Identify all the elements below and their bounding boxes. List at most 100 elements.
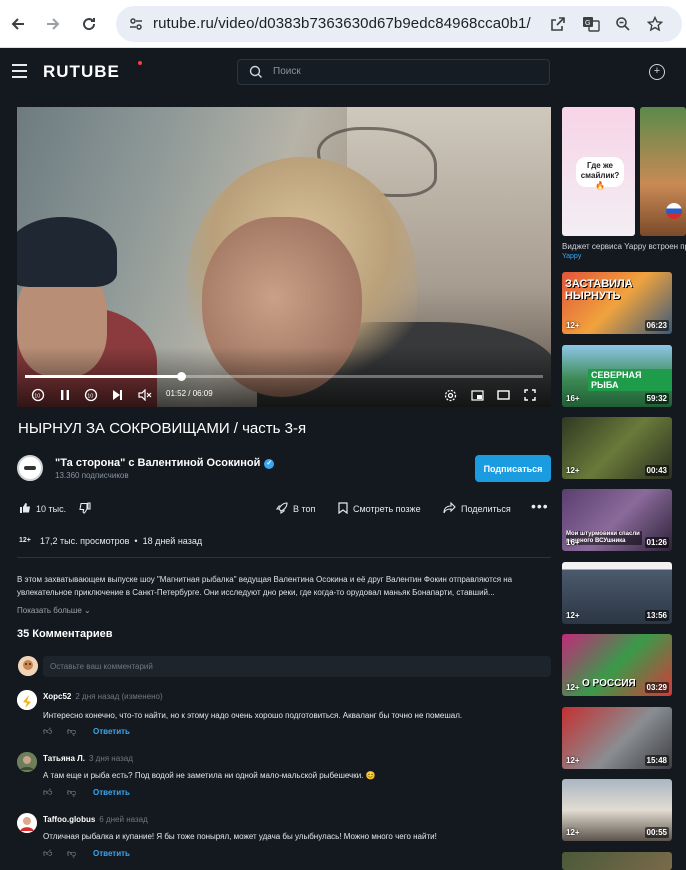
comment-avatar[interactable] [17,813,37,833]
video-title: НЫРНУЛ ЗА СОКРОВИЩАМИ / часть 3-я [18,420,307,437]
short-bubble-text: Где же смайлик? 🔥 [576,157,624,190]
pause-icon[interactable] [57,387,73,403]
reload-icon[interactable] [76,11,102,37]
comment-dislike-icon[interactable]: 👎︎ [67,726,76,737]
logo-dot [138,61,142,65]
video-description: В этом захватывающем выпуске шоу "Магнит… [17,575,513,597]
watch-later-button[interactable]: Смотреть позже [338,501,421,517]
url-text[interactable]: rutube.ru/video/d0383b7363630d67b9edc849… [153,15,531,32]
miniplayer-icon[interactable] [469,387,485,403]
comment-reply-button[interactable]: Ответить [93,727,130,736]
comment-reply-button[interactable]: Ответить [93,849,130,858]
search-placeholder: Поиск [273,66,301,77]
search-icon [249,65,262,78]
browser-toolbar: rutube.ru/video/d0383b7363630d67b9edc849… [0,0,686,48]
chevron-down-icon: ⌄ [84,606,91,615]
more-options-icon[interactable]: ••• [531,498,549,514]
like-button[interactable]: 10 тыс. [19,502,66,516]
shorts-thumbnail[interactable] [640,107,686,236]
comment-dislike-icon[interactable]: 👎︎ [67,787,76,798]
comment-date: 6 дней назад [99,815,148,824]
recommended-video-thumbnail[interactable]: Мои штурмовики спасли раненого ВСУшника … [562,489,672,551]
rewind-10-icon[interactable]: 10 [30,387,46,403]
comment-like-icon[interactable]: 👍︎ [43,787,52,798]
recommended-video-thumbnail[interactable]: ЗАСТАВИЛА НЫРНУТЬ 12+ 06:23 [562,272,672,334]
watch-later-label: Смотреть позже [353,504,421,514]
channel-name[interactable]: "Та сторона" с Валентиной Осокиной ✓ [55,457,275,469]
site-settings-icon[interactable] [126,14,146,34]
recommended-video-thumbnail[interactable] [562,852,672,870]
comment-avatar[interactable] [17,752,37,772]
recommended-video-thumbnail[interactable]: 12+ 00:55 [562,779,672,841]
comments-heading: 35 Комментариев [17,628,113,640]
mute-icon[interactable] [136,387,154,403]
rec-age-badge: 12+ [566,321,580,330]
user-avatar[interactable] [18,656,38,676]
zoom-icon[interactable] [612,13,634,35]
next-icon[interactable] [109,387,125,403]
shorts-caption: Виджет сервиса Yappy встроен пра [562,242,686,251]
comment-like-icon[interactable]: 👍︎ [43,848,52,859]
fullscreen-icon[interactable] [522,387,538,403]
comment-date: 2 дня назад (изменено) [75,692,163,701]
rocket-icon [275,501,288,517]
recommended-video-thumbnail[interactable]: 12+ 15:48 [562,707,672,769]
search-input[interactable]: Поиск [237,59,550,85]
site-header: RUTUBE Поиск + [0,48,686,96]
share-arrow-icon [443,501,456,517]
comment-avatar[interactable] [17,690,37,710]
top-button[interactable]: В топ [275,501,316,517]
comment-dislike-icon[interactable]: 👎︎ [67,848,76,859]
logo[interactable]: RUTUBE [43,62,120,82]
forward-icon[interactable] [40,11,66,37]
share-button[interactable]: Поделиться [443,501,511,517]
upload-plus-icon[interactable]: + [649,64,665,80]
recommended-video-thumbnail[interactable]: СЕВЕРНАЯ РЫБА 16+ 59:32 [562,345,672,407]
comment-date: 3 дня назад [88,754,133,763]
rec-duration: 06:23 [644,320,669,331]
shorts-source[interactable]: Yappy [562,253,581,260]
theater-mode-icon[interactable] [495,387,511,403]
rec-duration: 59:32 [644,393,669,404]
bookmark-icon [338,501,348,517]
menu-icon[interactable] [12,64,27,78]
comment-reply-button[interactable]: Ответить [93,788,130,797]
recommended-video-thumbnail[interactable]: 12+ 00:43 [562,417,672,479]
likes-count: 10 тыс. [36,504,67,514]
age-rating-badge: 12+ [19,537,31,544]
channel-avatar[interactable] [17,455,43,481]
bookmark-star-icon[interactable] [644,13,666,35]
subscribe-button[interactable]: Подписаться [475,455,551,482]
recommended-video-thumbnail[interactable]: О РОССИЯ 12+ 03:29 [562,634,672,696]
comment-like-icon[interactable]: 👍︎ [43,726,52,737]
address-bar[interactable]: rutube.ru/video/d0383b7363630d67b9edc849… [116,6,682,42]
shorts-thumbnail[interactable]: Где же смайлик? 🔥 [562,107,635,236]
comment-author[interactable]: Хорс52 2 дня назад (изменено) [43,692,163,701]
time-readout: 01:52 / 06:09 [166,389,213,398]
translate-icon[interactable]: G [580,13,602,35]
channel-subscribers: 13.360 подписчиков [55,471,129,480]
comment-author[interactable]: Taffoo.globus 6 дней назад [43,815,148,824]
comment-author[interactable]: Татьяна Л. 3 дня назад [43,754,133,763]
svg-text:10: 10 [87,393,93,399]
show-more-button[interactable]: Показать больше ⌄ [17,606,91,615]
forward-10-icon[interactable]: 10 [83,387,99,403]
comment-input[interactable]: Оставьте ваш комментарий [43,656,551,677]
rec-age-badge: 12+ [566,828,580,837]
rec-duration: 03:29 [644,682,669,693]
publish-date: 18 дней назад [142,536,203,546]
rec-duration: 01:26 [644,537,669,548]
video-player[interactable]: 10 10 01:52 / 06:09 [17,107,551,407]
open-in-app-icon[interactable] [547,13,569,35]
settings-gear-icon[interactable] [442,387,458,403]
comment-text: Интересно конечно, что-то найти, но к эт… [43,711,463,720]
back-icon[interactable] [5,11,31,37]
top-label: В топ [293,504,316,514]
recommended-video-thumbnail[interactable]: 12+ 13:56 [562,562,672,624]
progress-bar[interactable] [25,372,543,381]
progress-fill [25,375,182,378]
svg-text:G: G [585,20,590,27]
share-label: Поделиться [461,504,511,514]
dislike-button[interactable] [79,501,96,516]
rec-age-badge: 12+ [566,756,580,765]
